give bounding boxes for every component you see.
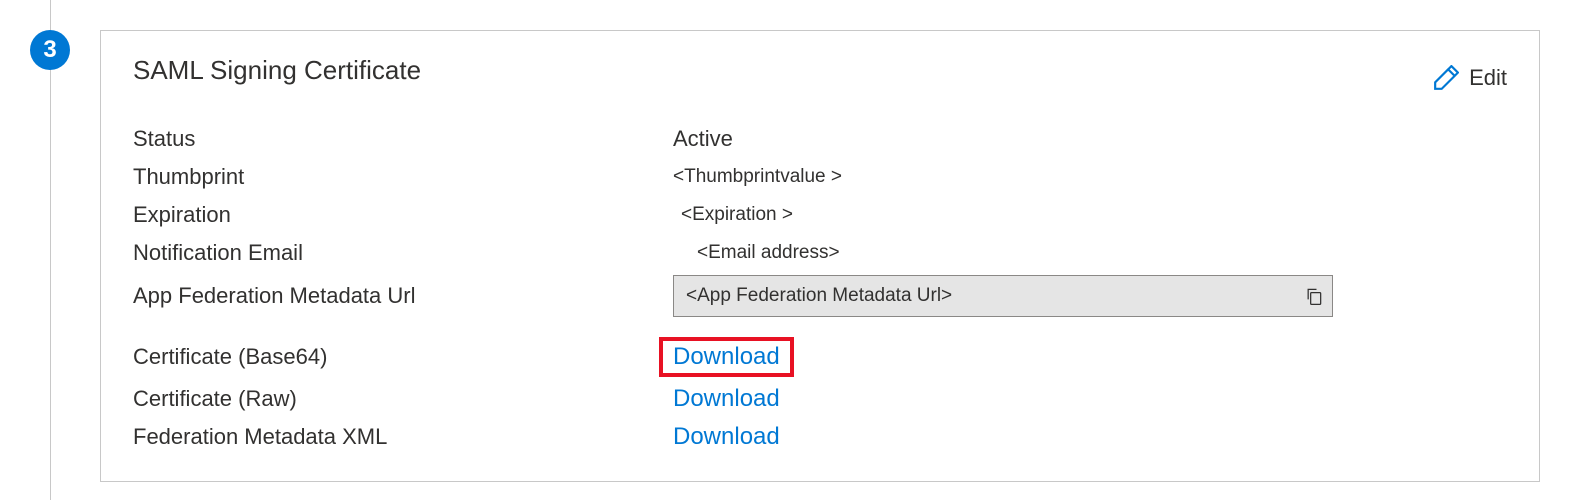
thumbprint-row: Thumbprint <Thumbprintvalue > xyxy=(133,161,1507,193)
cert-raw-row: Certificate (Raw) Download xyxy=(133,383,1507,415)
cert-base64-highlight: Download xyxy=(659,337,794,377)
cert-raw-label: Certificate (Raw) xyxy=(133,386,673,412)
cert-base64-download-link[interactable]: Download xyxy=(673,343,780,370)
expiration-label: Expiration xyxy=(133,202,673,228)
cert-raw-download-link[interactable]: Download xyxy=(673,385,780,412)
federation-url-row: App Federation Metadata Url <App Federat… xyxy=(133,275,1507,317)
step-connector-line xyxy=(50,0,51,500)
notification-email-row: Notification Email <Email address> xyxy=(133,237,1507,269)
metadata-xml-download-link[interactable]: Download xyxy=(673,423,780,450)
saml-certificate-card: SAML Signing Certificate Edit Status Act… xyxy=(100,30,1540,482)
expiration-value: <Expiration > xyxy=(673,204,1507,226)
federation-url-input[interactable]: <App Federation Metadata Url> xyxy=(673,275,1333,317)
edit-button[interactable]: Edit xyxy=(1433,65,1507,91)
status-label: Status xyxy=(133,126,673,152)
step-number-badge: 3 xyxy=(30,30,70,70)
notification-email-label: Notification Email xyxy=(133,240,673,266)
card-header: SAML Signing Certificate Edit xyxy=(133,55,1507,91)
pencil-icon xyxy=(1433,65,1459,91)
thumbprint-value: <Thumbprintvalue > xyxy=(673,166,1507,188)
fields-list: Status Active Thumbprint <Thumbprintvalu… xyxy=(133,123,1507,453)
metadata-xml-row: Federation Metadata XML Download xyxy=(133,421,1507,453)
copy-icon[interactable] xyxy=(1304,286,1324,306)
status-row: Status Active xyxy=(133,123,1507,155)
expiration-row: Expiration <Expiration > xyxy=(133,199,1507,231)
status-value: Active xyxy=(673,126,1507,152)
federation-url-value: <App Federation Metadata Url> xyxy=(686,285,952,307)
metadata-xml-label: Federation Metadata XML xyxy=(133,424,673,450)
card-title: SAML Signing Certificate xyxy=(133,55,421,86)
step-number: 3 xyxy=(43,36,56,64)
spacer xyxy=(133,323,1507,331)
cert-base64-row: Certificate (Base64) Download xyxy=(133,337,1507,377)
notification-email-value: <Email address> xyxy=(673,242,1507,264)
thumbprint-label: Thumbprint xyxy=(133,164,673,190)
federation-url-label: App Federation Metadata Url xyxy=(133,283,673,309)
edit-label: Edit xyxy=(1469,65,1507,91)
cert-base64-label: Certificate (Base64) xyxy=(133,344,673,370)
